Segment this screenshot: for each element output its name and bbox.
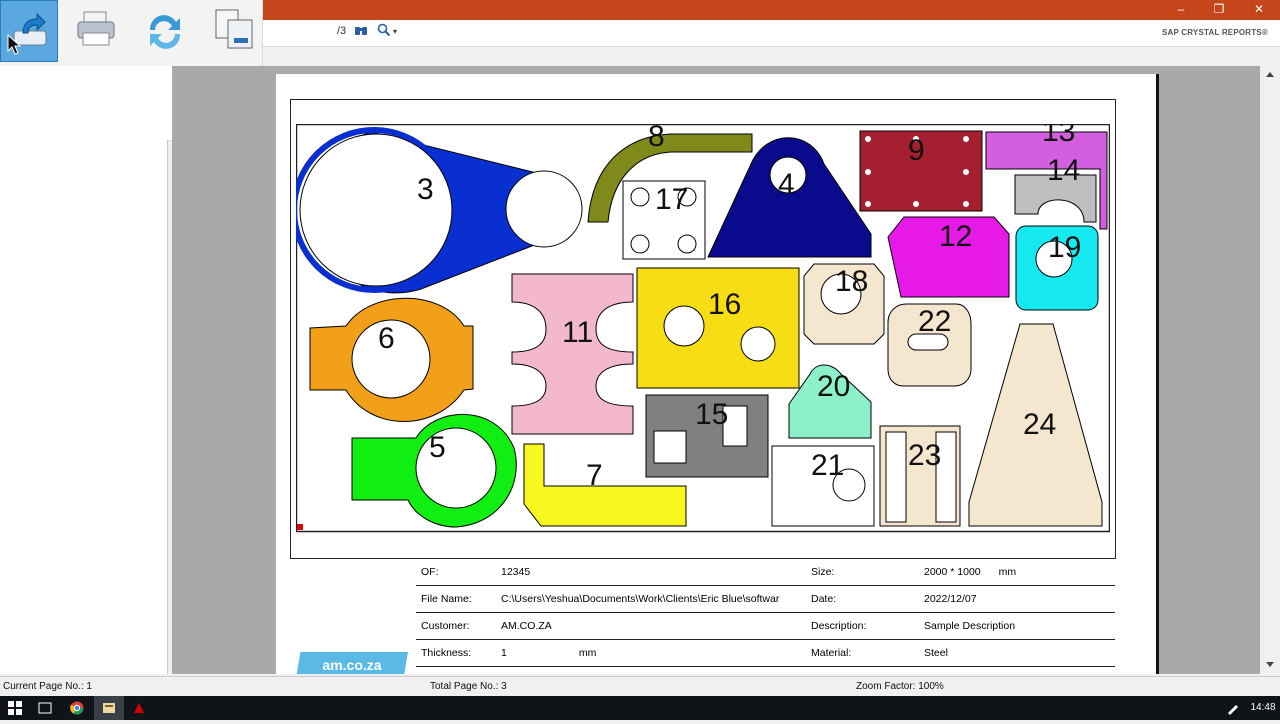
ribbon-menu: [0, 0, 263, 67]
chrome-taskbar-app[interactable]: [62, 696, 92, 720]
page-total-label: /3: [337, 25, 347, 37]
customer-label: Customer:: [416, 612, 496, 640]
vertical-scrollbar[interactable]: [1260, 66, 1280, 674]
part-16[interactable]: [636, 267, 800, 389]
part-6[interactable]: [309, 297, 474, 422]
zoom-dropdown-arrow[interactable]: ▾: [393, 27, 397, 36]
date-label: Date:: [806, 585, 919, 613]
nesting-drawing: 3 8 17 4 9 13 14 12 19 6 11 16 18 22 20 …: [296, 124, 1110, 533]
group-tree-panel[interactable]: [0, 140, 168, 674]
export-button[interactable]: [0, 0, 58, 62]
part-label-18: 18: [835, 265, 868, 298]
part-label-11: 11: [562, 316, 593, 349]
description-label: Description:: [806, 612, 919, 640]
origin-marker: [297, 524, 303, 530]
part-label-21: 21: [811, 449, 844, 482]
of-value: 12345: [496, 558, 806, 586]
file-name-label: File Name:: [416, 585, 496, 613]
minimize-button[interactable]: –: [1162, 0, 1200, 20]
part-label-24: 24: [1023, 408, 1056, 441]
chrome-icon: [70, 701, 84, 715]
part-label-22: 22: [918, 305, 951, 338]
scroll-down-icon[interactable]: [1266, 662, 1274, 667]
zoom-icon[interactable]: [377, 23, 391, 40]
binoculars-icon[interactable]: [354, 24, 368, 39]
total-page-status: Total Page No.: 3: [430, 681, 507, 692]
table-row: OF: 12345 Size: 2000 * 1000 mm: [416, 558, 1115, 586]
company-logo: am.co.za: [296, 652, 408, 674]
status-bar: Current Page No.: 1 Total Page No.: 3 Zo…: [0, 676, 1280, 697]
brand-label: SAP CRYSTAL REPORTS®: [1161, 28, 1268, 37]
start-button[interactable]: [0, 696, 30, 720]
part-label-17: 17: [655, 183, 688, 216]
clock[interactable]: 14:48: [1246, 696, 1280, 720]
part-label-14: 14: [1047, 154, 1080, 187]
size-value: 2000 * 1000: [924, 566, 981, 578]
refresh-icon: [149, 15, 181, 49]
part-label-13: 13: [1042, 124, 1075, 148]
pen-icon[interactable]: [1218, 696, 1248, 720]
part-label-15: 15: [695, 398, 728, 431]
customer-value: AM.CO.ZA: [496, 612, 806, 640]
description-value: Sample Description: [919, 612, 1115, 640]
part-label-19: 19: [1048, 231, 1081, 264]
date-value: 2022/12/07: [919, 585, 1115, 613]
report-page: 3 8 17 4 9 13 14 12 19 6 11 16 18 22 20 …: [276, 74, 1156, 674]
scroll-up-icon[interactable]: [1266, 72, 1274, 77]
part-label-20: 20: [817, 370, 850, 403]
part-label-4: 4: [778, 168, 795, 201]
part-label-3: 3: [417, 173, 434, 206]
part-label-8: 8: [648, 124, 665, 153]
part-label-5: 5: [429, 431, 446, 464]
acrobat-icon: [134, 703, 144, 713]
part-label-23: 23: [908, 439, 941, 472]
of-label: OF:: [416, 558, 496, 586]
table-row: Customer: AM.CO.ZA Description: Sample D…: [416, 612, 1115, 640]
task-view-icon: [38, 702, 52, 714]
size-label: Size:: [806, 558, 919, 586]
print-button[interactable]: [68, 0, 126, 62]
table-row: Thickness: 1 mm Material: Steel: [416, 639, 1115, 667]
report-app-icon: [103, 703, 115, 713]
part-label-6: 6: [378, 322, 395, 355]
part-label-16: 16: [708, 288, 741, 321]
part-11[interactable]: [511, 273, 634, 435]
close-button[interactable]: ✕: [1240, 0, 1278, 20]
material-label: Material:: [806, 639, 919, 667]
zoom-factor-status: Zoom Factor: 100%: [856, 681, 944, 692]
task-view-button[interactable]: [30, 696, 60, 720]
restore-button[interactable]: ❐: [1200, 0, 1238, 20]
thickness-value: 1: [501, 647, 507, 659]
report-viewer[interactable]: 3 8 17 4 9 13 14 12 19 6 11 16 18 22 20 …: [172, 66, 1260, 674]
size-unit: mm: [998, 566, 1017, 578]
printer-icon: [77, 11, 115, 46]
material-value: Steel: [919, 639, 1115, 667]
part-label-12: 12: [939, 220, 972, 253]
windows-taskbar: 14:48: [0, 696, 1280, 720]
part-label-9: 9: [908, 134, 925, 167]
table-row: File Name: C:\Users\Yeshua\Documents\Wor…: [416, 585, 1115, 613]
refresh-button[interactable]: [136, 0, 194, 62]
current-page-status: Current Page No.: 1: [3, 681, 92, 692]
copy-pages-button[interactable]: [204, 0, 262, 62]
thickness-label: Thickness:: [416, 639, 496, 667]
thickness-unit: mm: [578, 647, 597, 659]
part-3[interactable]: [296, 127, 583, 294]
report-viewer-taskbar-app[interactable]: [94, 696, 124, 720]
acrobat-taskbar-app[interactable]: [124, 696, 154, 720]
mouse-cursor-icon: [7, 34, 21, 55]
file-name-value: C:\Users\Yeshua\Documents\Work\Clients\E…: [496, 585, 806, 613]
part-label-7: 7: [586, 459, 603, 492]
job-info-table: OF: 12345 Size: 2000 * 1000 mm File Name:…: [416, 558, 1115, 667]
copy-pages-icon: [215, 9, 253, 49]
windows-logo-icon: [8, 701, 22, 715]
